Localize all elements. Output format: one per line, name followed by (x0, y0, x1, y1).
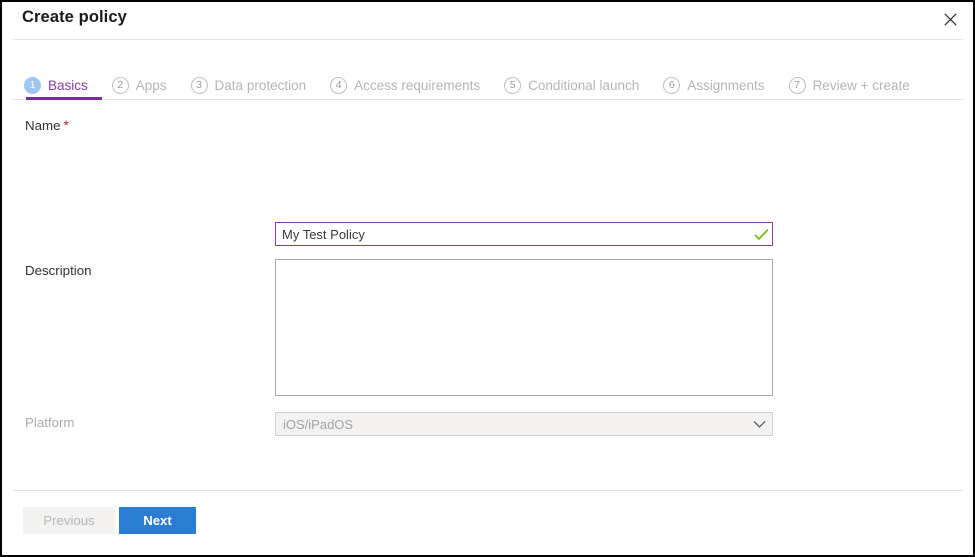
tab-label: Basics (48, 77, 88, 93)
tab-review-create[interactable]: 7 Review + create (788, 70, 910, 100)
tab-step-number: 4 (330, 76, 348, 94)
close-icon (943, 12, 957, 26)
tab-apps[interactable]: 2 Apps (111, 70, 167, 100)
name-label-text: Name (25, 118, 61, 133)
name-input[interactable] (276, 223, 750, 245)
tab-assignments[interactable]: 6 Assignments (663, 70, 765, 100)
chevron-down-icon (746, 413, 772, 435)
active-tab-indicator (26, 97, 102, 100)
tab-step-number: 1 (24, 76, 41, 94)
platform-selected-value: iOS/iPadOS (283, 416, 354, 432)
platform-select[interactable]: iOS/iPadOS (275, 412, 773, 436)
footer-divider (13, 490, 963, 491)
name-field-row: Name * (2, 110, 973, 140)
tab-label: Access requirements (354, 77, 481, 93)
tab-access-requirements[interactable]: 4 Access requirements (330, 70, 480, 100)
tab-label: Apps (135, 77, 167, 93)
next-button[interactable]: Next (119, 507, 196, 534)
platform-label: Platform (25, 415, 75, 430)
create-policy-dialog: Create policy 1 Basics 2 Apps 3 Data pro… (0, 0, 975, 557)
description-label: Description (25, 263, 92, 278)
tab-step-number: 3 (190, 76, 208, 94)
dialog-footer: Previous Next (2, 507, 973, 537)
name-label: Name * (25, 118, 69, 133)
tab-step-number: 6 (663, 76, 681, 94)
tabs-divider (13, 99, 963, 100)
previous-button[interactable]: Previous (23, 507, 115, 534)
checkmark-icon (750, 223, 772, 245)
tab-label: Review + create (812, 77, 910, 93)
page-title: Create policy (22, 8, 127, 26)
titlebar-divider (13, 39, 963, 40)
tab-step-number: 5 (504, 76, 522, 94)
close-button[interactable] (935, 5, 965, 33)
tab-step-number: 2 (111, 76, 129, 94)
required-asterisk: * (63, 118, 69, 133)
tab-conditional-launch[interactable]: 5 Conditional launch (504, 70, 639, 100)
dialog-titlebar: Create policy (2, 2, 973, 38)
description-input[interactable] (275, 259, 773, 396)
tab-label: Assignments (687, 77, 765, 93)
tab-step-number: 7 (788, 76, 806, 94)
tab-label: Data protection (214, 77, 307, 93)
wizard-tabs: 1 Basics 2 Apps 3 Data protection 4 Acce… (24, 70, 934, 100)
tab-data-protection[interactable]: 3 Data protection (190, 70, 307, 100)
tab-basics[interactable]: 1 Basics (24, 70, 88, 100)
name-input-wrapper[interactable] (275, 222, 773, 246)
tab-label: Conditional launch (528, 77, 640, 93)
